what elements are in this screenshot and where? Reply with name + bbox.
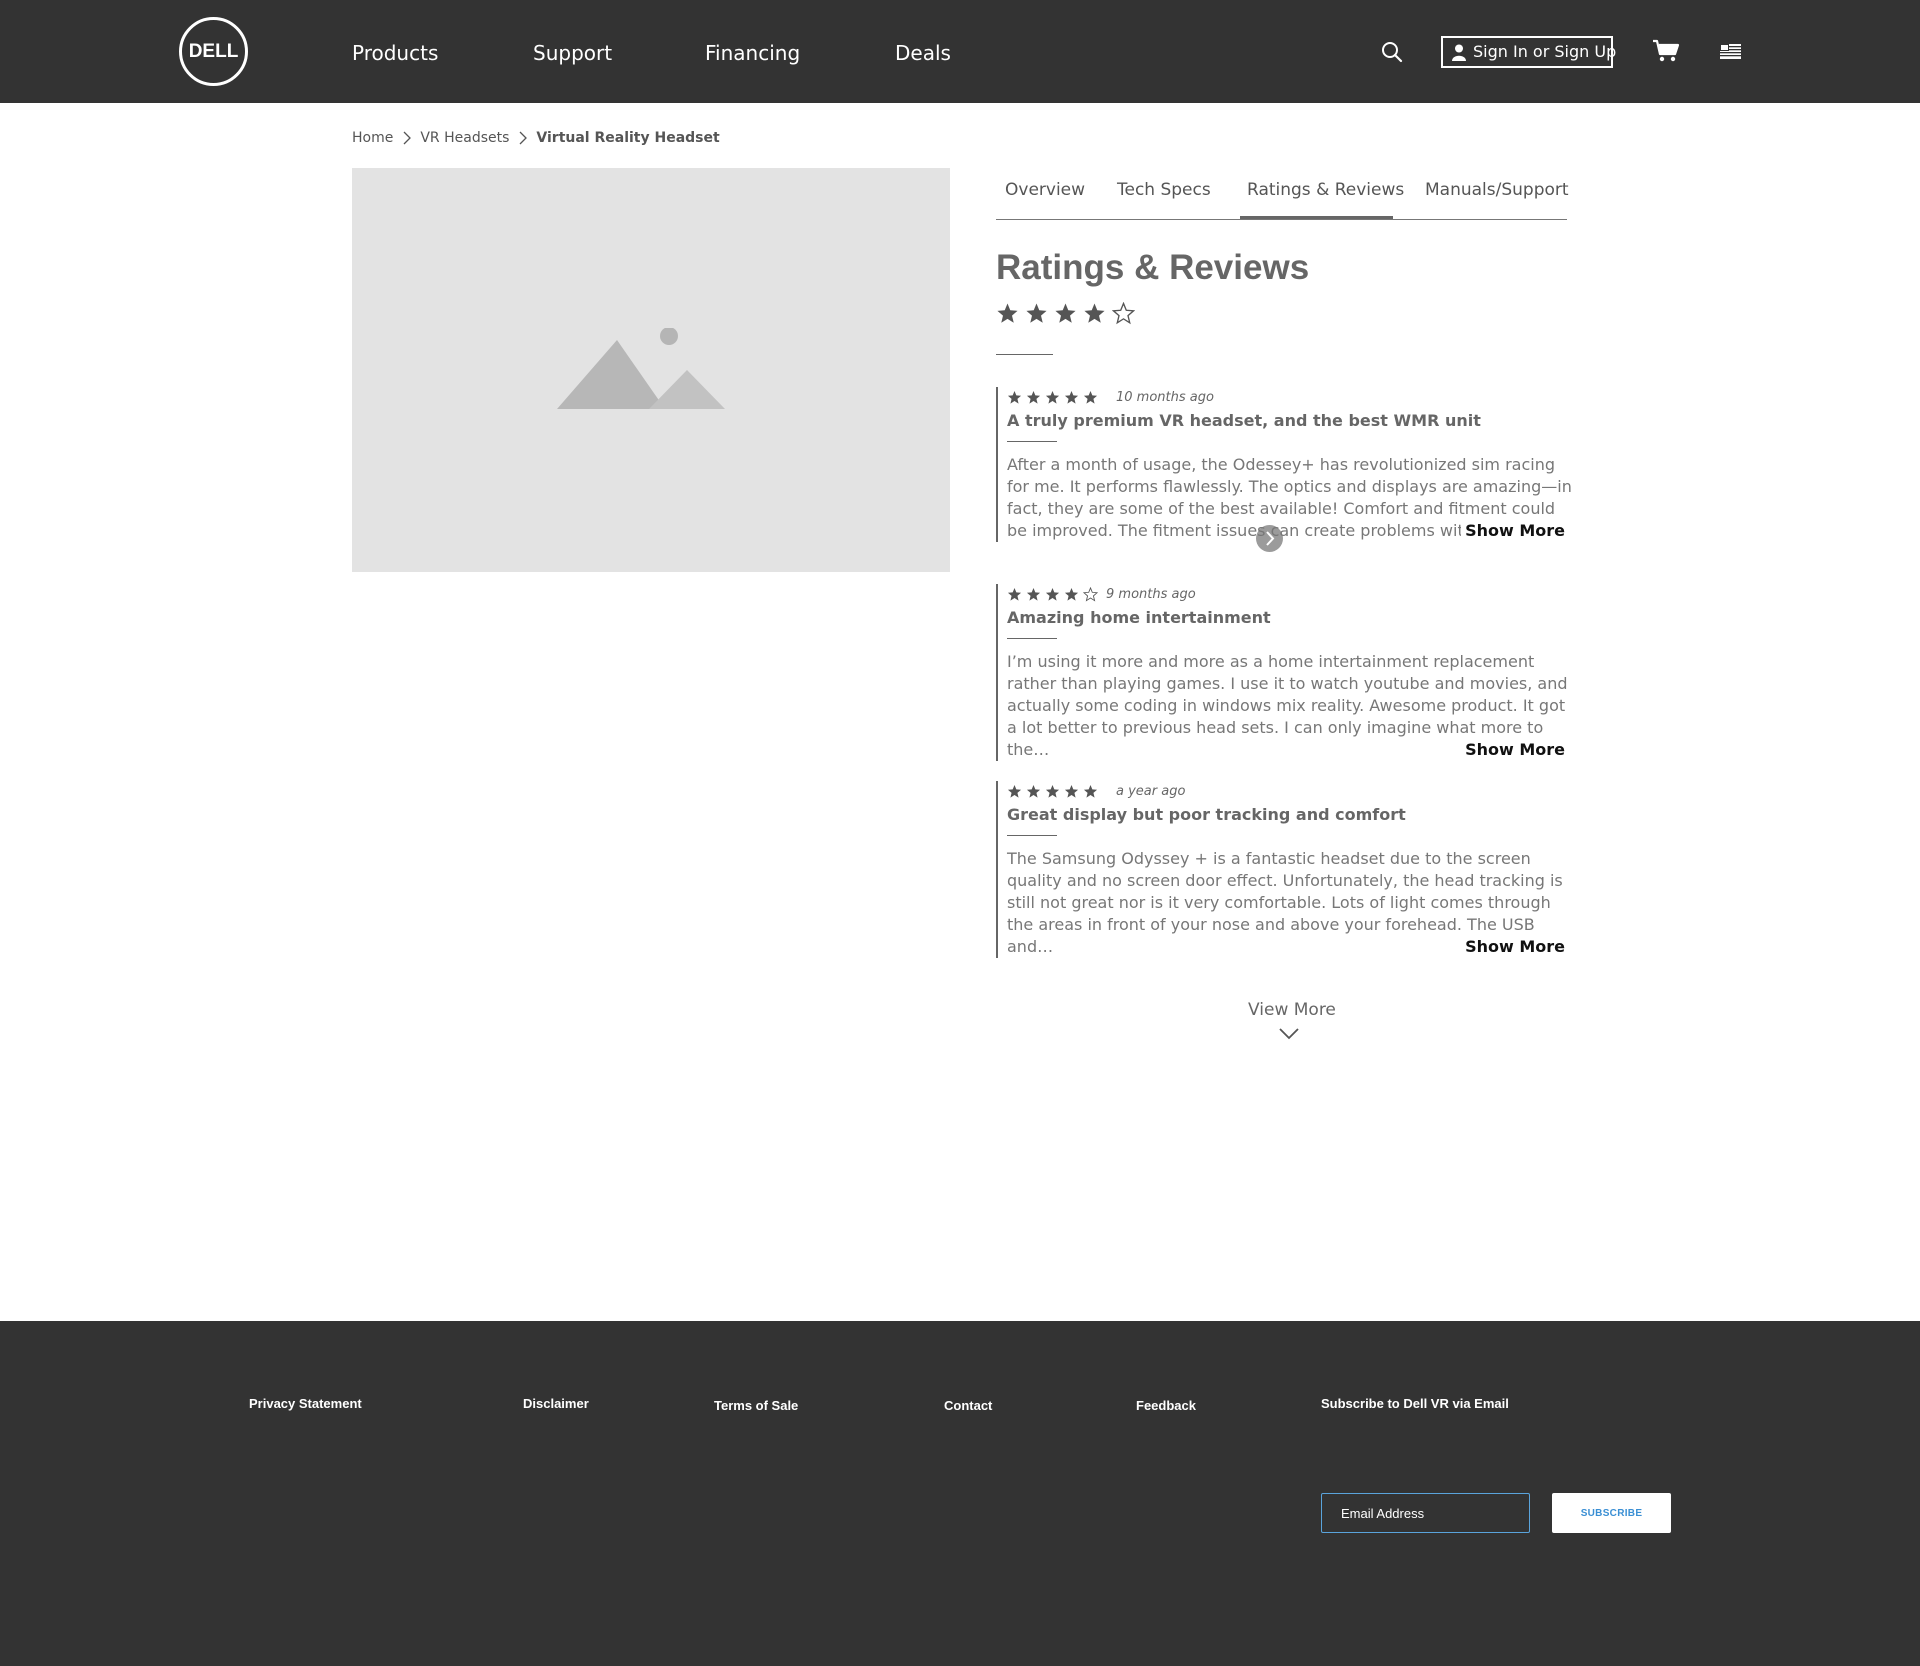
star-filled-icon [1045, 587, 1060, 601]
footer-link-privacy[interactable]: Privacy Statement [249, 1396, 362, 1411]
divider [1007, 638, 1057, 639]
star-filled-icon [1026, 303, 1047, 323]
dell-logo-text: DELL [188, 41, 239, 62]
subscribe-button[interactable]: SUBSCRIBE [1552, 1493, 1671, 1533]
show-more-link[interactable]: Show More [1461, 739, 1565, 761]
star-filled-icon [1026, 587, 1041, 601]
breadcrumb-current: Virtual Reality Headset [536, 130, 720, 146]
view-more-button[interactable]: View More [1248, 1000, 1336, 1020]
review-date: a year ago [1116, 783, 1186, 799]
user-icon [1452, 44, 1466, 61]
product-image-carousel [352, 168, 1283, 572]
top-navigation-bar: DELL Products Support Financing Deals Si… [0, 0, 1920, 103]
review-card: a year ago Great display but poor tracki… [996, 781, 1576, 958]
footer-link-contact[interactable]: Contact [944, 1398, 992, 1413]
star-filled-icon [1064, 587, 1079, 601]
star-filled-icon [1045, 390, 1060, 404]
review-date: 10 months ago [1116, 389, 1214, 405]
star-filled-icon [1064, 784, 1079, 798]
review-date: 9 months ago [1106, 586, 1196, 602]
dell-logo[interactable]: DELL [179, 17, 248, 86]
divider [1007, 441, 1057, 442]
review-stars [1007, 586, 1098, 602]
review-title: Great display but poor tracking and comf… [1007, 805, 1406, 824]
star-empty-icon [1112, 302, 1135, 325]
breadcrumb: Home VR Headsets Virtual Reality Headset [352, 128, 720, 148]
show-more-link[interactable]: Show More [1461, 520, 1565, 542]
star-filled-icon [1083, 784, 1098, 798]
review-stars [1007, 784, 1098, 799]
nav-support[interactable]: Support [533, 38, 612, 68]
average-rating-stars [996, 302, 1135, 325]
tab-overview[interactable]: Overview [1005, 180, 1085, 200]
email-input[interactable] [1321, 1493, 1530, 1533]
star-filled-icon [1084, 303, 1105, 323]
star-filled-icon [1055, 303, 1076, 323]
star-filled-icon [1026, 784, 1041, 798]
review-body: The Samsung Odyssey + is a fantastic hea… [1007, 848, 1572, 958]
tab-manuals-support[interactable]: Manuals/Support [1425, 180, 1569, 200]
breadcrumb-vr-headsets[interactable]: VR Headsets [420, 130, 509, 146]
breadcrumb-home[interactable]: Home [352, 130, 393, 146]
footer-link-disclaimer[interactable]: Disclaimer [523, 1396, 589, 1411]
star-filled-icon [1083, 390, 1098, 404]
active-tab-indicator [1240, 216, 1393, 219]
star-filled-icon [997, 303, 1018, 323]
star-filled-icon [1007, 390, 1022, 404]
cart-icon[interactable] [1652, 39, 1680, 63]
image-placeholder-icon [557, 328, 725, 409]
divider [1007, 835, 1057, 836]
ratings-title: Ratings & Reviews [996, 248, 1310, 287]
divider [996, 354, 1053, 355]
review-title: Amazing home intertainment [1007, 608, 1271, 627]
tab-ratings-reviews[interactable]: Ratings & Reviews [1247, 180, 1404, 200]
star-filled-icon [1045, 784, 1060, 798]
chevron-right-icon [403, 131, 412, 145]
product-tabs: Overview Tech Specs Ratings & Reviews Ma… [996, 168, 1569, 220]
review-body: I’m using it more and more as a home int… [1007, 651, 1572, 761]
sign-in-label: Sign In or Sign Up [1473, 42, 1617, 61]
star-filled-icon [1064, 390, 1079, 404]
review-title: A truly premium VR headset, and the best… [1007, 411, 1481, 430]
chevron-down-icon[interactable] [1278, 1027, 1300, 1041]
review-body: After a month of usage, the Odessey+ has… [1007, 454, 1572, 542]
footer-link-feedback[interactable]: Feedback [1136, 1398, 1196, 1413]
star-filled-icon [1007, 784, 1022, 798]
footer: Privacy Statement Disclaimer Terms of Sa… [0, 1321, 1920, 1666]
chevron-right-icon [519, 131, 528, 145]
nav-products[interactable]: Products [352, 38, 438, 68]
nav-financing[interactable]: Financing [705, 38, 800, 68]
show-more-link[interactable]: Show More [1461, 936, 1565, 958]
review-card: 10 months ago A truly premium VR headset… [996, 387, 1576, 542]
star-empty-icon [1083, 586, 1098, 602]
nav-deals[interactable]: Deals [895, 38, 951, 68]
sign-in-button[interactable]: Sign In or Sign Up [1441, 36, 1617, 68]
tab-tech-specs[interactable]: Tech Specs [1117, 180, 1211, 200]
review-card: 9 months ago Amazing home intertainment … [996, 584, 1576, 761]
subscribe-heading: Subscribe to Dell VR via Email [1321, 1396, 1509, 1411]
review-stars [1007, 390, 1098, 405]
search-icon[interactable] [1380, 40, 1404, 64]
us-flag-icon[interactable] [1720, 44, 1741, 59]
footer-link-terms[interactable]: Terms of Sale [714, 1398, 798, 1413]
star-filled-icon [1007, 587, 1022, 601]
star-filled-icon [1026, 390, 1041, 404]
